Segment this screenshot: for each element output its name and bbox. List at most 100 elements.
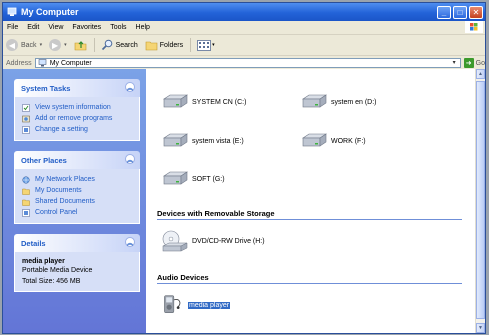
other-places-header[interactable]: Other Places ︽ (14, 151, 140, 169)
place-my-network-places[interactable]: My Network Places (22, 174, 133, 185)
menu-edit[interactable]: Edit (27, 24, 39, 31)
my-computer-small-icon (38, 59, 46, 67)
collapse-chevron-icon[interactable]: ︽ (125, 154, 135, 164)
media-player-device[interactable]: media player (161, 291, 231, 319)
explorer-window: My Computer _ □ ✕ File Edit View Favorit… (2, 2, 486, 334)
folders-button[interactable]: Folders (145, 39, 183, 51)
my-documents-folder-icon (22, 188, 30, 195)
my-computer-icon (7, 7, 17, 16)
place-shared-documents[interactable]: Shared Documents (22, 196, 133, 207)
search-button[interactable]: Search (101, 39, 138, 51)
hard-drive-icon (302, 94, 327, 108)
views-button[interactable]: ▾ (197, 39, 215, 51)
details-panel: Details ︽ media player Portable Media De… (14, 234, 140, 292)
add-remove-programs-icon (22, 115, 30, 122)
removable-storage-heading: Devices with Removable Storage (157, 209, 462, 220)
hard-drive-icon (163, 133, 188, 147)
dvd-drive-icon (162, 230, 188, 252)
drive-e[interactable]: system vista (E:) (161, 132, 244, 150)
address-field[interactable]: My Computer ▾ (34, 58, 461, 68)
go-button[interactable]: ➜ Go (463, 58, 485, 68)
drive-label: SYSTEM CN (C:) (192, 98, 247, 106)
task-label: View system information (35, 104, 111, 111)
drive-label: DVD/CD-RW Drive (H:) (192, 237, 265, 245)
system-tasks-panel: System Tasks ︽ View system information A… (14, 79, 140, 141)
collapse-chevron-icon[interactable]: ︽ (125, 82, 135, 92)
menu-help[interactable]: Help (136, 24, 150, 31)
system-info-icon (22, 103, 30, 112)
task-label: Change a setting (35, 126, 88, 133)
other-places-panel: Other Places ︽ My Network Places My Docu… (14, 151, 140, 224)
title-bar[interactable]: My Computer _ □ ✕ (3, 3, 485, 21)
minimize-button[interactable]: _ (437, 5, 451, 19)
scrollbar-thumb[interactable] (476, 81, 485, 319)
search-label: Search (115, 41, 138, 49)
drive-c[interactable]: SYSTEM CN (C:) (161, 93, 246, 111)
details-title: Details (21, 238, 46, 248)
task-view-system-information[interactable]: View system information (22, 102, 133, 113)
drive-d[interactable]: system en (D:) (300, 93, 377, 111)
task-change-setting[interactable]: Change a setting (22, 124, 133, 135)
details-item-type: Portable Media Device (22, 267, 93, 274)
views-dropdown-icon: ▾ (212, 42, 215, 48)
forward-dropdown-icon: ▾ (64, 42, 67, 48)
menu-tools[interactable]: Tools (110, 24, 126, 31)
drive-f[interactable]: WORK (F:) (300, 132, 366, 150)
go-label: Go (475, 59, 485, 67)
address-dropdown-icon[interactable]: ▾ (450, 59, 459, 67)
back-dropdown-icon: ▾ (39, 42, 43, 48)
control-panel-icon (22, 208, 30, 217)
menu-favorites[interactable]: Favorites (72, 24, 101, 31)
forward-button[interactable]: ▶ ▾ (49, 39, 67, 51)
collapse-chevron-icon[interactable]: ︽ (125, 237, 135, 247)
up-folder-button[interactable] (74, 39, 87, 51)
menu-view[interactable]: View (48, 24, 63, 31)
place-my-documents[interactable]: My Documents (22, 185, 133, 196)
shared-documents-folder-icon (22, 199, 30, 206)
drive-label: system en (D:) (331, 98, 377, 106)
task-pane: System Tasks ︽ View system information A… (3, 69, 146, 333)
place-label: Shared Documents (35, 198, 95, 205)
menu-bar: File Edit View Favorites Tools Help (3, 21, 485, 35)
back-label: Back (21, 41, 37, 49)
task-add-remove-programs[interactable]: Add or remove programs (22, 113, 133, 124)
windows-logo-icon (465, 21, 483, 33)
toolbar-separator (93, 38, 95, 52)
drive-h-dvd[interactable]: DVD/CD-RW Drive (H:) (161, 229, 265, 253)
drive-g[interactable]: SOFT (G:) (161, 170, 225, 188)
toolbar-separator (190, 38, 192, 52)
menu-file[interactable]: File (7, 24, 18, 31)
place-label: My Network Places (35, 176, 95, 183)
back-button[interactable]: ◀ Back ▾ (6, 39, 42, 51)
media-player-label: media player (188, 301, 231, 309)
toolbar: ◀ Back ▾ ▶ ▾ Search Folders ▾ (3, 35, 485, 56)
details-item-name: media player (22, 258, 65, 265)
details-header[interactable]: Details ︽ (14, 234, 140, 252)
other-places-body: My Network Places My Documents Shared Do… (14, 169, 140, 224)
system-tasks-header[interactable]: System Tasks ︽ (14, 79, 140, 97)
vertical-scrollbar[interactable]: ▲ ▼ (475, 69, 485, 333)
scroll-down-arrow-icon[interactable]: ▼ (476, 323, 485, 333)
place-label: My Documents (35, 187, 82, 194)
up-folder-icon (74, 41, 86, 51)
place-control-panel[interactable]: Control Panel (22, 207, 133, 218)
drive-label: WORK (F:) (331, 137, 366, 145)
details-total-size: Total Size: 456 MB (22, 278, 81, 285)
close-button[interactable]: ✕ (469, 5, 483, 19)
window-title: My Computer (21, 7, 79, 17)
drive-label: SOFT (G:) (192, 175, 225, 183)
address-value: My Computer (49, 59, 92, 67)
file-view: SYSTEM CN (C:) system en (D:) system vis… (146, 69, 485, 333)
audio-devices-heading: Audio Devices (157, 273, 462, 284)
folders-icon (145, 41, 158, 51)
address-label: Address (6, 59, 32, 67)
views-grid-icon (197, 39, 212, 51)
scroll-up-arrow-icon[interactable]: ▲ (476, 69, 485, 79)
go-arrow-icon: ➜ (463, 58, 474, 68)
control-panel-setting-icon (22, 125, 30, 134)
back-arrow-icon: ◀ (6, 39, 18, 51)
folders-label: Folders (159, 41, 184, 49)
system-tasks-body: View system information Add or remove pr… (14, 97, 140, 141)
maximize-button[interactable]: □ (453, 5, 467, 19)
hard-drive-icon (302, 133, 327, 147)
